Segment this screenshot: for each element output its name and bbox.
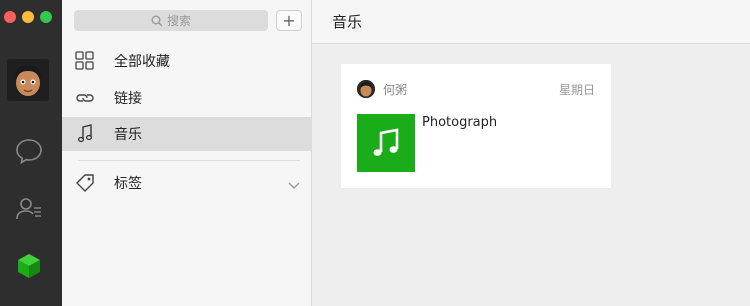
sidebar-item-links[interactable]: 链接: [62, 81, 312, 115]
sender-name: 何粥: [383, 83, 408, 97]
add-button[interactable]: +: [276, 10, 302, 31]
sidebar-item-music[interactable]: 音乐: [62, 117, 312, 151]
link-icon: [74, 88, 96, 108]
music-thumbnail[interactable]: [357, 114, 415, 172]
sidebar-item-tags[interactable]: 标签: [62, 166, 312, 200]
sidebar-item-label: 链接: [114, 91, 142, 107]
search-icon: [151, 15, 163, 26]
grid-icon: [74, 51, 96, 71]
page-title: 音乐: [332, 13, 363, 31]
window-maximize-button[interactable]: [40, 11, 52, 23]
search-input[interactable]: 搜索: [74, 10, 268, 31]
favorite-music-card[interactable]: 何粥 星期日 Photograph: [341, 64, 611, 188]
sidebar-item-label: 标签: [114, 176, 142, 192]
app-rail: [0, 0, 62, 306]
song-title: Photograph: [422, 115, 498, 130]
music-note-icon: [74, 124, 96, 144]
content-area: 何粥 星期日 Photograph: [312, 44, 750, 306]
search-placeholder: 搜索: [166, 14, 191, 28]
window-close-button[interactable]: [4, 11, 16, 23]
user-avatar[interactable]: [7, 59, 49, 101]
favorites-cube-icon[interactable]: [14, 251, 44, 281]
sidebar-item-label: 音乐: [114, 127, 142, 143]
chevron-down-icon[interactable]: [288, 178, 300, 189]
tag-icon: [74, 173, 96, 193]
sidebar-divider: [78, 160, 300, 161]
window-minimize-button[interactable]: [22, 11, 34, 23]
sidebar-item-all-favorites[interactable]: 全部收藏: [62, 44, 312, 78]
sidebar-item-label: 全部收藏: [114, 54, 170, 70]
music-note-icon: [373, 128, 399, 156]
favorite-date: 星期日: [558, 83, 595, 97]
sender-avatar: [357, 80, 375, 98]
contacts-icon[interactable]: [14, 194, 44, 224]
content-header: 音乐: [312, 0, 750, 44]
chat-icon[interactable]: [14, 136, 44, 166]
favorites-sidebar: 搜索 + 全部收藏 链接 音乐 标签: [62, 0, 312, 306]
